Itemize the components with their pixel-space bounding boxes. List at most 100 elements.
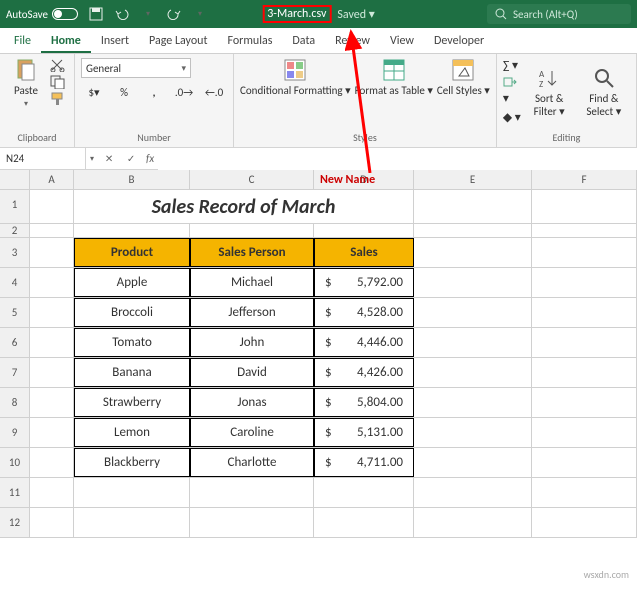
cell-sales[interactable]: $4,426.00 bbox=[314, 358, 414, 387]
row-header[interactable]: 9 bbox=[0, 418, 30, 447]
conditional-formatting-button[interactable]: Conditional Formatting ▾ bbox=[240, 58, 351, 97]
window-title: 3-March.csv Saved ▾ bbox=[262, 5, 375, 23]
increase-decimal-button[interactable]: .0→ bbox=[171, 82, 197, 102]
saved-status[interactable]: Saved ▾ bbox=[337, 7, 374, 22]
clear-button[interactable]: ◆ ▾ bbox=[503, 110, 521, 125]
autosave-toggle[interactable]: AutoSave bbox=[6, 8, 78, 21]
cell-person[interactable]: Jonas bbox=[190, 388, 314, 417]
table-row: 12 bbox=[0, 508, 637, 538]
sheet-title[interactable]: Sales Record of March bbox=[74, 190, 414, 223]
decrease-decimal-button[interactable]: ←.0 bbox=[201, 82, 227, 102]
cell-product[interactable]: Lemon bbox=[74, 418, 190, 447]
header-product[interactable]: Product bbox=[74, 238, 190, 267]
cancel-formula-icon[interactable]: ✕ bbox=[102, 152, 116, 166]
paste-icon bbox=[14, 58, 38, 82]
percent-format-button[interactable]: % bbox=[111, 82, 137, 102]
redo-icon[interactable] bbox=[166, 6, 182, 22]
tab-home[interactable]: Home bbox=[41, 28, 91, 53]
search-input[interactable] bbox=[513, 8, 623, 21]
tab-formulas[interactable]: Formulas bbox=[217, 28, 282, 53]
table-row: 2 bbox=[0, 224, 637, 238]
cell-product[interactable]: Broccoli bbox=[74, 298, 190, 327]
row-header[interactable]: 3 bbox=[0, 238, 30, 267]
search-box[interactable] bbox=[487, 4, 631, 24]
cell-product[interactable]: Blackberry bbox=[74, 448, 190, 477]
table-row: 7 BananaDavid$4,426.00 bbox=[0, 358, 637, 388]
cell-sales[interactable]: $4,528.00 bbox=[314, 298, 414, 327]
formula-bar[interactable] bbox=[158, 148, 637, 170]
fill-button[interactable]: ▾ bbox=[503, 77, 521, 106]
sort-filter-icon: AZ bbox=[537, 66, 561, 90]
cell-sales[interactable]: $4,711.00 bbox=[314, 448, 414, 477]
format-as-table-button[interactable]: Format as Table ▾ bbox=[355, 58, 433, 97]
name-box-dropdown-icon[interactable]: ▾ bbox=[86, 154, 98, 164]
cell-product[interactable]: Strawberry bbox=[74, 388, 190, 417]
accounting-format-button[interactable]: $▾ bbox=[81, 82, 107, 102]
table-row: 8 StrawberryJonas$5,804.00 bbox=[0, 388, 637, 418]
tab-view[interactable]: View bbox=[380, 28, 424, 53]
select-all-triangle[interactable] bbox=[0, 170, 30, 189]
col-header[interactable]: C bbox=[190, 170, 314, 189]
copy-icon[interactable] bbox=[50, 75, 68, 89]
tab-data[interactable]: Data bbox=[282, 28, 325, 53]
chevron-down-icon: ▾ bbox=[24, 99, 28, 109]
cut-icon[interactable] bbox=[50, 58, 68, 72]
row-header[interactable]: 10 bbox=[0, 448, 30, 477]
sort-filter-button[interactable]: AZ Sort & Filter ▾ bbox=[525, 66, 574, 118]
row-header[interactable]: 4 bbox=[0, 268, 30, 297]
cell-product[interactable]: Tomato bbox=[74, 328, 190, 357]
col-header[interactable]: F bbox=[532, 170, 637, 189]
undo-icon[interactable] bbox=[114, 6, 130, 22]
cell-person[interactable]: John bbox=[190, 328, 314, 357]
cell-sales[interactable]: $5,792.00 bbox=[314, 268, 414, 297]
find-select-button[interactable]: Find & Select ▾ bbox=[578, 66, 630, 118]
format-painter-icon[interactable] bbox=[50, 92, 68, 106]
row-header[interactable]: 5 bbox=[0, 298, 30, 327]
autosum-button[interactable]: ∑ ▾ bbox=[503, 58, 521, 73]
group-editing: ∑ ▾ ▾ ◆ ▾ AZ Sort & Filter ▾ Find & Sele… bbox=[497, 54, 637, 147]
comma-format-button[interactable]: , bbox=[141, 82, 167, 102]
tab-developer[interactable]: Developer bbox=[424, 28, 494, 53]
row-header[interactable]: 1 bbox=[0, 190, 30, 223]
tab-review[interactable]: Review bbox=[325, 28, 380, 53]
row-header[interactable]: 11 bbox=[0, 478, 30, 507]
enter-formula-icon[interactable]: ✓ bbox=[124, 152, 138, 166]
fx-icon[interactable]: fx bbox=[146, 152, 154, 165]
cell-product[interactable]: Banana bbox=[74, 358, 190, 387]
col-header[interactable]: B bbox=[74, 170, 190, 189]
row-header[interactable]: 6 bbox=[0, 328, 30, 357]
cell-person[interactable]: Jefferson bbox=[190, 298, 314, 327]
group-clipboard: Paste ▾ Clipboard bbox=[0, 54, 75, 147]
cell-sales[interactable]: $4,446.00 bbox=[314, 328, 414, 357]
format-as-table-icon bbox=[382, 58, 406, 82]
name-box[interactable]: N24 bbox=[0, 148, 86, 170]
col-header[interactable]: A bbox=[30, 170, 74, 189]
toggle-off-icon[interactable] bbox=[52, 8, 78, 20]
cell-person[interactable]: Charlotte bbox=[190, 448, 314, 477]
tab-page-layout[interactable]: Page Layout bbox=[139, 28, 217, 53]
row-header[interactable]: 7 bbox=[0, 358, 30, 387]
ribbon: Paste ▾ Clipboard General $▾ % , .0→ ←.0… bbox=[0, 54, 637, 148]
cell-sales[interactable]: $5,804.00 bbox=[314, 388, 414, 417]
tab-insert[interactable]: Insert bbox=[91, 28, 139, 53]
paste-button[interactable]: Paste ▾ bbox=[6, 58, 46, 109]
row-header[interactable]: 2 bbox=[0, 224, 30, 237]
group-styles: Conditional Formatting ▾ Format as Table… bbox=[234, 54, 497, 147]
cell-person[interactable]: Michael bbox=[190, 268, 314, 297]
cell-product[interactable]: Apple bbox=[74, 268, 190, 297]
save-icon[interactable] bbox=[88, 6, 104, 22]
cell-person[interactable]: David bbox=[190, 358, 314, 387]
cell-styles-button[interactable]: Cell Styles ▾ bbox=[437, 58, 490, 97]
header-person[interactable]: Sales Person bbox=[190, 238, 314, 267]
qat-customize-icon[interactable]: ▾ bbox=[192, 6, 208, 22]
col-header[interactable]: E bbox=[414, 170, 532, 189]
row-header[interactable]: 8 bbox=[0, 388, 30, 417]
header-sales[interactable]: Sales bbox=[314, 238, 414, 267]
number-format-select[interactable]: General bbox=[81, 58, 191, 78]
cell-sales[interactable]: $5,131.00 bbox=[314, 418, 414, 447]
tab-file[interactable]: File bbox=[4, 28, 41, 53]
undo-dropdown-icon[interactable]: ▾ bbox=[140, 6, 156, 22]
column-headers: A B C D E F bbox=[0, 170, 637, 190]
row-header[interactable]: 12 bbox=[0, 508, 30, 537]
cell-person[interactable]: Caroline bbox=[190, 418, 314, 447]
